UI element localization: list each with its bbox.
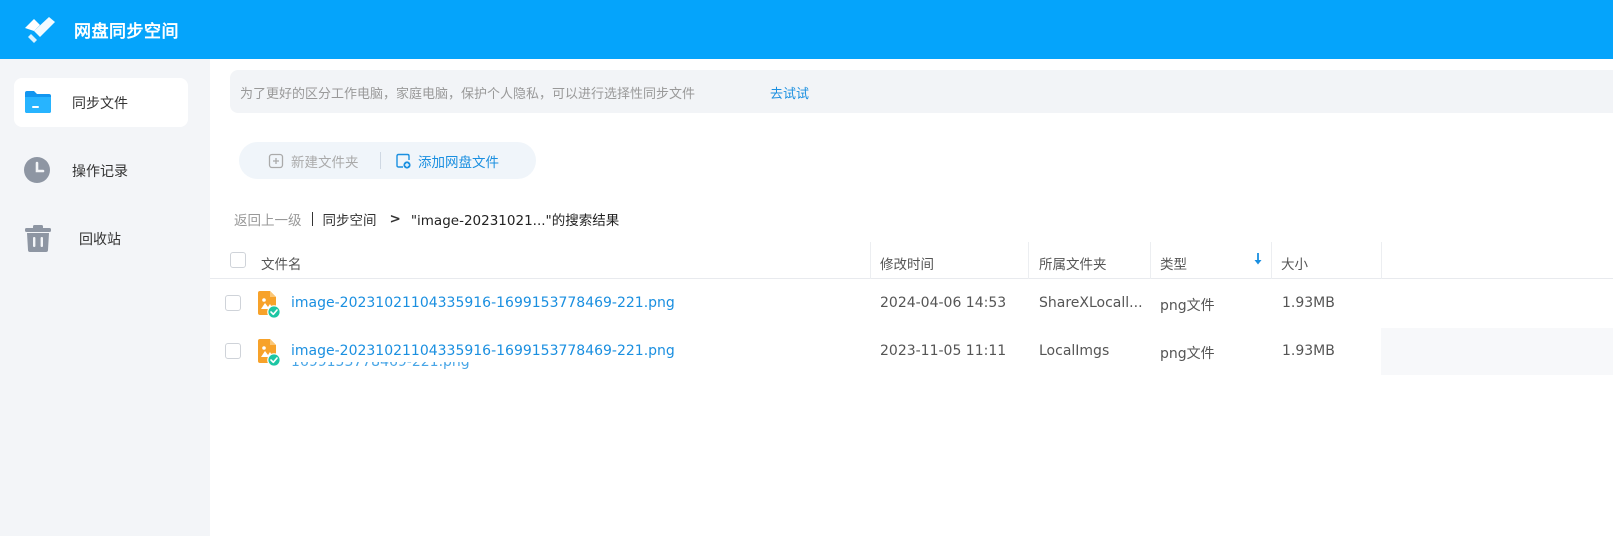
new-folder-label: 新建文件夹	[291, 154, 359, 171]
column-divider	[1381, 242, 1382, 279]
image-file-icon	[258, 291, 281, 319]
row-checkbox[interactable]	[225, 295, 241, 311]
table-row[interactable]: image-20231021104335916-1699153778469-22…	[210, 280, 1613, 328]
column-divider	[1271, 242, 1272, 279]
search-result-title: "image-20231021..."的搜索结果	[410, 213, 620, 229]
column-divider	[870, 242, 871, 279]
chevron-right-icon: >	[389, 211, 401, 227]
folder-icon	[25, 91, 51, 113]
try-it-link[interactable]: 去试试	[770, 83, 809, 102]
sidebar-item-label: 同步文件	[72, 96, 128, 112]
add-cloud-file-button[interactable]: 添加网盘文件	[395, 142, 499, 179]
add-file-label: 添加网盘文件	[418, 154, 499, 171]
app-header: 网盘同步空间	[0, 0, 1613, 59]
file-name-link[interactable]: image-20231021104335916-1699153778469-22…	[291, 343, 675, 359]
file-size: 1.93MB	[1282, 295, 1335, 311]
file-folder: LocalImgs	[1039, 343, 1110, 359]
trash-icon	[25, 225, 51, 252]
sidebar-item-history[interactable]: 操作记录	[14, 146, 188, 195]
file-folder: ShareXLocall...	[1039, 295, 1143, 311]
breadcrumb: 返回上一级 同步空间 > "image-20231021..."的搜索结果	[234, 209, 619, 229]
sidebar-item-recycle-bin[interactable]: 回收站	[14, 214, 188, 263]
sidebar-item-label: 回收站	[79, 232, 121, 248]
clipped-filename-overflow: 1699153778469-221.png	[291, 362, 470, 370]
file-name-link[interactable]: image-20231021104335916-1699153778469-22…	[291, 295, 675, 311]
breadcrumb-separator	[311, 212, 313, 226]
new-folder-button[interactable]: 新建文件夹	[268, 142, 359, 179]
sidebar: 同步文件 操作记录 回收站	[0, 59, 210, 536]
column-divider	[1150, 242, 1151, 279]
clock-icon	[24, 157, 50, 183]
file-modified-time: 2024-04-06 14:53	[880, 295, 1007, 311]
column-header-type[interactable]: 类型	[1160, 253, 1187, 273]
tip-text: 为了更好的区分工作电脑，家庭电脑，保护个人隐私，可以进行选择性同步文件	[240, 87, 696, 102]
column-header-name[interactable]: 文件名	[261, 253, 302, 273]
image-file-icon	[258, 339, 281, 367]
file-size: 1.93MB	[1282, 343, 1335, 359]
file-type: png文件	[1160, 346, 1215, 362]
column-header-modified[interactable]: 修改时间	[880, 253, 934, 273]
breadcrumb-sync-space[interactable]: 同步空间	[323, 209, 377, 229]
add-file-icon	[396, 153, 411, 169]
row-checkbox[interactable]	[225, 343, 241, 359]
back-link[interactable]: 返回上一级	[234, 209, 302, 229]
app-title: 网盘同步空间	[74, 22, 179, 42]
toolbar: 新建文件夹 添加网盘文件	[239, 142, 536, 179]
toolbar-divider	[380, 152, 381, 169]
column-header-folder[interactable]: 所属文件夹	[1039, 253, 1107, 273]
column-divider	[1028, 242, 1029, 279]
add-folder-icon	[268, 153, 284, 168]
app-logo-icon	[25, 17, 55, 43]
file-type: png文件	[1160, 298, 1215, 314]
file-modified-time: 2023-11-05 11:11	[880, 343, 1007, 359]
sort-down-icon[interactable]	[1253, 252, 1263, 266]
select-all-checkbox[interactable]	[230, 252, 246, 268]
tip-banner: 为了更好的区分工作电脑，家庭电脑，保护个人隐私，可以进行选择性同步文件 去试试	[230, 70, 1613, 113]
sidebar-item-label: 操作记录	[72, 164, 128, 180]
table-header: 文件名 修改时间 所属文件夹 类型 大小	[210, 242, 1613, 279]
column-header-size[interactable]: 大小	[1281, 253, 1308, 273]
sidebar-item-sync-files[interactable]: 同步文件	[14, 78, 188, 127]
